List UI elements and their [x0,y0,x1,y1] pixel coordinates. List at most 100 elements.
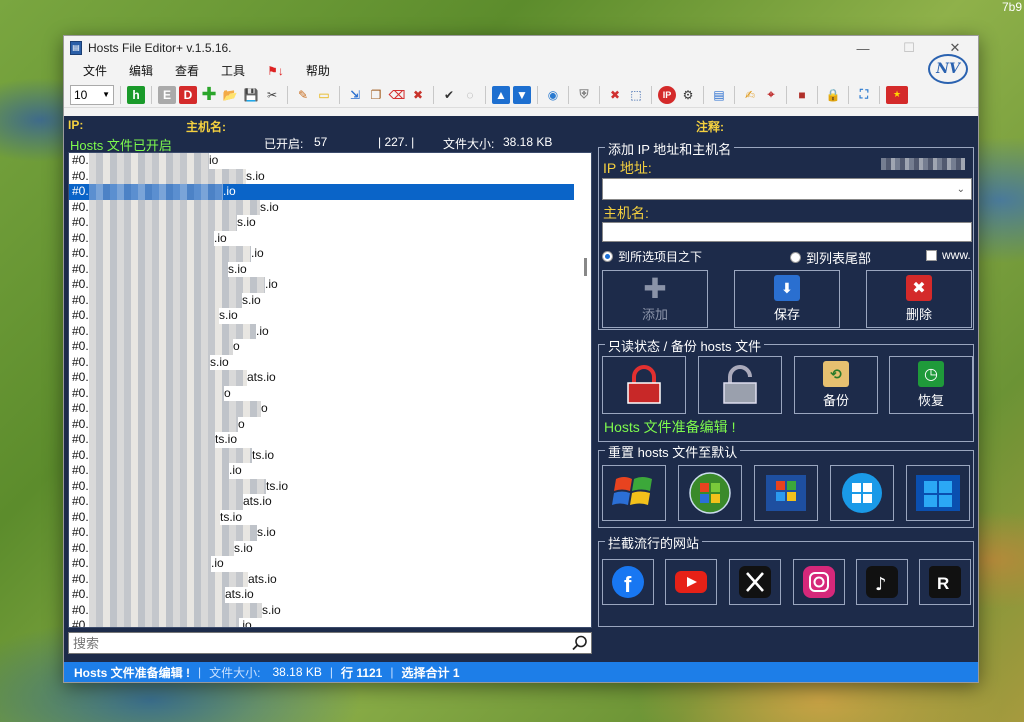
title-bar[interactable]: ▤ Hosts File Editor+ v.1.5.16. — ☐ ✕ [64,36,978,60]
restore-button[interactable]: ◷ 恢复 [889,356,973,414]
host-entry-row[interactable]: #0. o [69,416,591,432]
host-entry-row[interactable]: #0. .io [69,184,574,200]
host-entry-row[interactable]: #0. ts.io [69,447,591,463]
lock-icon[interactable]: 🔒 [824,86,842,104]
host-entry-row[interactable]: #0. s.io [69,215,591,231]
menu-edit[interactable]: 编辑 [118,60,164,82]
maximize-button[interactable]: ☐ [886,36,932,60]
host-entry-row[interactable]: #0. s.io [69,354,591,370]
minimize-button[interactable]: — [840,36,886,60]
block-instagram-button[interactable] [793,559,845,605]
h-icon[interactable]: h [127,85,145,104]
remove-icon[interactable]: ⌫ [388,86,406,104]
folder-icon[interactable]: ▭ [315,86,333,104]
host-entry-row[interactable]: #0. o [69,401,591,417]
host-entry-row[interactable]: #0. ats.io [69,370,591,386]
add-button[interactable]: ✚ 添加 [602,270,708,328]
ip-icon[interactable]: IP [658,85,676,104]
menu-tools[interactable]: 工具 [210,60,256,82]
host-entry-row[interactable]: #0. .io [69,618,591,627]
block-youtube-button[interactable] [665,559,717,605]
host-entry-row[interactable]: #0. .io [69,246,591,262]
language-flag-icon[interactable]: ★ [886,85,908,104]
search-input[interactable] [73,635,569,651]
clear-icon[interactable]: ✖ [409,86,427,104]
clean-icon[interactable]: ✍ [741,86,759,104]
host-entry-prefix: #0. [72,215,89,229]
check-icon[interactable]: ✔ [440,86,458,104]
host-entry-row[interactable]: #0. ats.io [69,571,591,587]
host-entry-row[interactable]: #0. .io [69,230,591,246]
host-entry-row[interactable]: #0. ts.io [69,509,591,525]
uncheck-icon[interactable]: ◌ [461,86,479,104]
www-checkbox[interactable]: www. [926,248,971,262]
move-up-icon[interactable]: ▲ [492,85,510,104]
hosts-list[interactable]: #0.0.0.0io#0.s.io#0..io#0.s.io#0.s.io#0.… [68,152,592,628]
move-down-icon[interactable]: ▼ [513,85,531,104]
host-entry-row[interactable]: #0. .io [69,463,591,479]
add-icon[interactable]: ✚ [200,84,218,104]
package-icon[interactable]: ■ [793,86,811,104]
edit-icon[interactable]: ✎ [294,86,312,104]
block-facebook-button[interactable]: f [602,559,654,605]
host-entry-row[interactable]: #0. .io [69,277,591,293]
open-folder-icon[interactable]: 📂 [221,86,239,104]
unlock-button[interactable] [698,356,782,414]
host-entry-row[interactable]: #0. ats.io [69,494,591,510]
d-icon[interactable]: D [179,85,197,104]
search-icon[interactable] [569,633,591,653]
delete-button[interactable]: ✖ 删除 [866,270,972,328]
host-entry-row[interactable]: #0. ats.io [69,587,591,603]
document-icon[interactable]: ▤ [710,86,728,104]
reset-win10-button[interactable] [906,465,970,521]
host-entry-row[interactable]: #0. s.io [69,540,591,556]
ip-select[interactable]: ⌄ [602,178,972,200]
scrollbar[interactable] [584,258,587,276]
host-entry-row[interactable]: #0. s.io [69,602,591,618]
block-reddit-button[interactable]: R [919,559,971,605]
menu-windows-flag-icon[interactable]: ⚑↓ [256,60,295,82]
reset-xp-button[interactable] [602,465,666,521]
host-entry-row[interactable]: #0. o [69,385,591,401]
tools-icon[interactable]: ✂ [263,86,281,104]
hostname-input[interactable] [602,222,972,242]
backup-button[interactable]: ⟲ 备份 [794,356,878,414]
radio-below-selected[interactable]: 到所选项目之下 [602,248,702,265]
host-entry-row[interactable]: #0. s.io [69,292,591,308]
block-tiktok-button[interactable]: ♪ [856,559,908,605]
host-entry-row[interactable]: #0. s.io [69,199,591,215]
block-x-button[interactable] [729,559,781,605]
network-icon[interactable]: ⚙ [679,86,697,104]
scan-icon[interactable]: ⌖ [762,86,780,104]
font-size-select[interactable]: 10 ▼ [70,84,114,105]
block-icon[interactable]: ✖ [606,86,624,104]
host-entry-row[interactable]: #0. .io [69,323,591,339]
host-entry-row[interactable]: #0. s.io [69,168,591,184]
host-entry-row[interactable]: #0. ts.io [69,478,591,494]
reset-win7-button[interactable] [754,465,818,521]
host-entry-row[interactable]: #0. s.io [69,261,591,277]
expand-icon[interactable]: ⛶ [855,86,873,104]
e-icon[interactable]: E [158,85,176,104]
menu-view[interactable]: 查看 [164,60,210,82]
reset-win8-button[interactable] [830,465,894,521]
dns-icon[interactable]: ⬚ [627,86,645,104]
import-icon[interactable]: ⇲ [346,86,364,104]
globe-icon[interactable]: ◉ [544,86,562,104]
toolbar-separator [537,85,538,104]
host-entry-row[interactable]: #0. ts.io [69,432,591,448]
lock-button[interactable] [602,356,686,414]
reset-vista-button[interactable] [678,465,742,521]
host-entry-row[interactable]: #0.0.0.0io [69,153,591,169]
host-entry-row[interactable]: #0. .io [69,556,591,572]
menu-file[interactable]: 文件 [72,60,118,82]
save-icon[interactable]: 💾 [242,86,260,104]
host-entry-row[interactable]: #0. s.io [69,308,591,324]
shield-icon[interactable]: ⛨ [575,86,593,104]
host-entry-row[interactable]: #0. o [69,339,591,355]
save-button[interactable]: ⬇ 保存 [734,270,840,328]
radio-list-end[interactable]: 到列表尾部 [790,248,871,267]
menu-help[interactable]: 帮助 [295,60,341,82]
host-entry-row[interactable]: #0. s.io [69,525,591,541]
copy-icon[interactable]: ❐ [367,86,385,104]
